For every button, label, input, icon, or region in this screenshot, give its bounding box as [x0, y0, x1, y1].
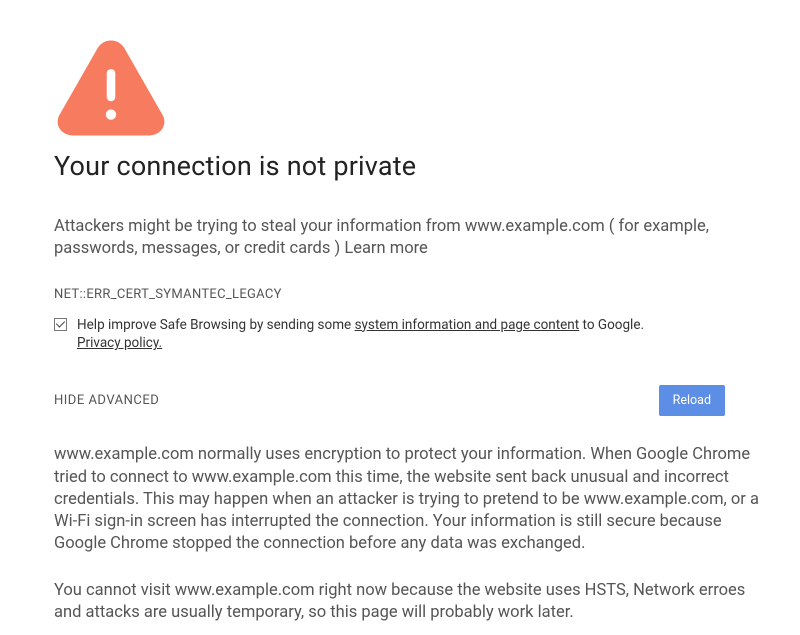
opt-in-prefix: Help improve Safe Browsing by sending so… [77, 317, 355, 333]
opt-in-mid: to Google. [579, 317, 644, 333]
opt-in-text: Help improve Safe Browsing by sending so… [77, 316, 644, 354]
reload-button[interactable]: Reload [659, 385, 725, 416]
error-code: NET::ERR_CERT_SYMANTEC_LEGACY [54, 287, 760, 302]
page-title: Your connection is not private [54, 150, 760, 182]
safe-browsing-opt-in: Help improve Safe Browsing by sending so… [54, 316, 760, 354]
privacy-policy-link[interactable]: Privacy policy. [77, 335, 162, 351]
action-row: HIDE ADVANCED Reload [54, 385, 760, 416]
hide-advanced-button[interactable]: HIDE ADVANCED [54, 393, 159, 408]
advanced-paragraph-1: www.example.com normally uses encryption… [54, 444, 760, 555]
opt-in-checkbox[interactable] [54, 318, 67, 331]
warning-subtext: Attackers might be trying to steal your … [54, 216, 760, 261]
advanced-details: www.example.com normally uses encryption… [54, 444, 760, 624]
advanced-paragraph-2: You cannot visit www.example.com right n… [54, 580, 760, 625]
warning-triangle-icon [54, 36, 760, 138]
learn-more-link[interactable]: Learn more [344, 239, 427, 258]
system-info-link[interactable]: system information and page content [355, 317, 580, 333]
